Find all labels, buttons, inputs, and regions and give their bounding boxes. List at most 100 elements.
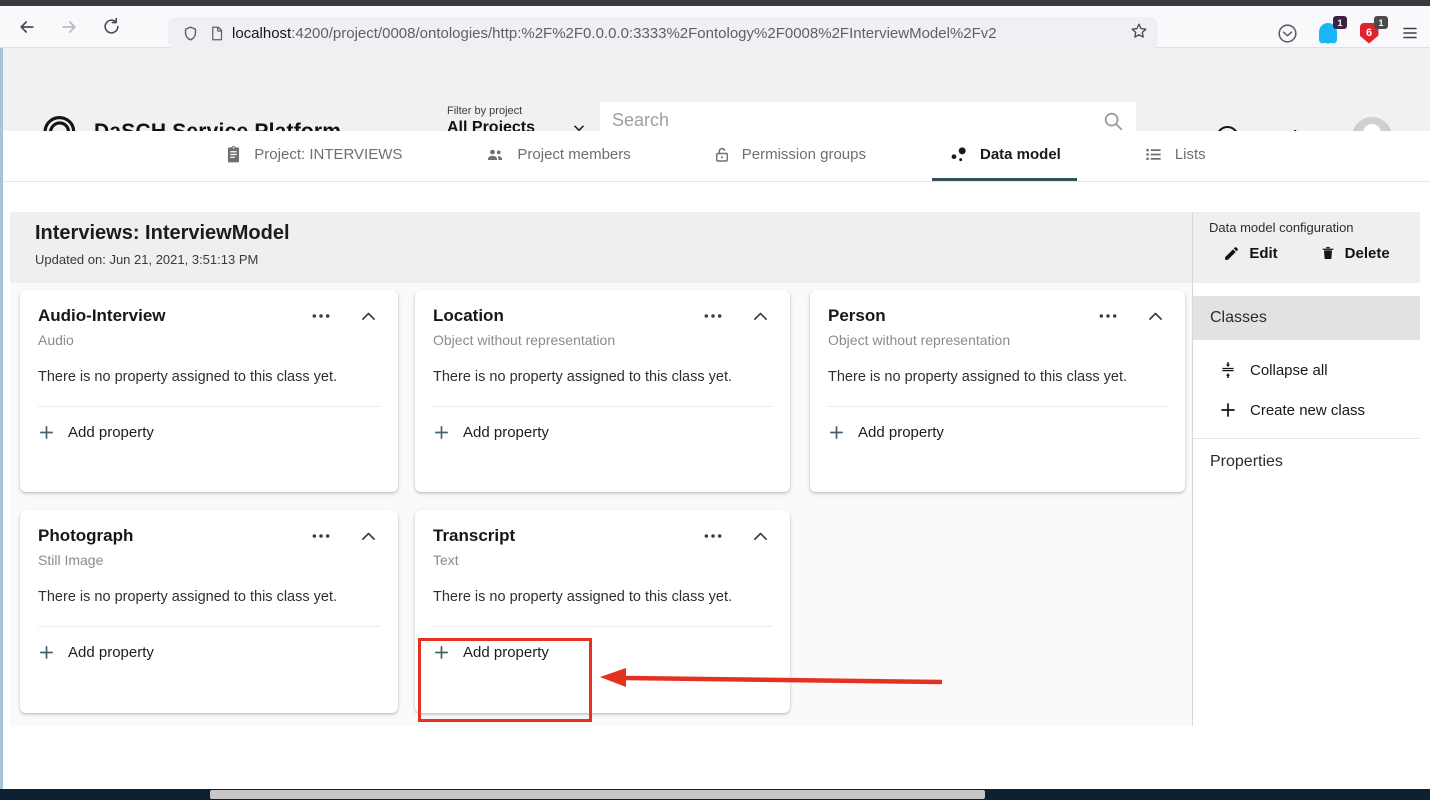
class-card-audio-interview: Audio-Interview Audio There is no proper… (20, 290, 398, 492)
forward-button[interactable] (54, 12, 84, 42)
tab-permission-groups[interactable]: Permission groups (697, 131, 882, 181)
bubble-chart-icon (948, 144, 969, 165)
classes-section-header: Classes (1193, 296, 1420, 340)
add-property-button[interactable]: Add property (38, 644, 380, 661)
tab-data-model[interactable]: Data model (932, 131, 1077, 181)
properties-section-header: Properties (1193, 439, 1420, 485)
classes-actions: Collapse all Create new class (1193, 340, 1420, 439)
plus-icon (828, 424, 845, 441)
data-model-configuration-panel: Data model configuration Edit Delete (1192, 212, 1420, 283)
url-path: :4200/project/0008/ontologies/http:%2F%2… (291, 25, 996, 42)
tab-project-members[interactable]: Project members (468, 131, 646, 181)
tab-label: Project members (517, 146, 630, 163)
add-property-button[interactable]: Add property (38, 424, 380, 441)
horizontal-scrollbar-thumb[interactable] (210, 790, 985, 799)
add-property-label: Add property (68, 644, 154, 661)
shield-chevron-icon (1277, 23, 1298, 44)
class-subtitle: Object without representation (828, 332, 1167, 349)
search-input[interactable] (612, 110, 1102, 131)
project-tab-bar: Project: INTERVIEWS Project members Perm… (0, 131, 1430, 182)
delete-label: Delete (1345, 245, 1390, 262)
more-menu-icon[interactable] (703, 313, 723, 319)
tab-project-interviews[interactable]: Project: INTERVIEWS (208, 131, 418, 181)
ontology-editor: Interviews: InterviewModel Updated on: J… (10, 212, 1420, 726)
plus-icon (433, 644, 450, 661)
shield-permissions-icon[interactable] (182, 25, 199, 42)
class-subtitle: Object without representation (433, 332, 772, 349)
filter-by-project-label: Filter by project (447, 105, 522, 117)
page-title: Interviews: InterviewModel (35, 222, 290, 245)
no-property-text: There is no property assigned to this cl… (38, 589, 380, 605)
url-text[interactable]: localhost:4200/project/0008/ontologies/h… (232, 25, 1124, 42)
browser-toolbar: localhost:4200/project/0008/ontologies/h… (0, 6, 1430, 48)
star-icon (1130, 22, 1148, 40)
back-button[interactable] (12, 12, 42, 42)
bookmark-star-button[interactable] (1130, 22, 1148, 45)
class-card-transcript: Transcript Text There is no property ass… (415, 510, 790, 713)
class-title: Audio-Interview (38, 306, 311, 326)
reload-icon (102, 17, 121, 36)
create-new-class-button[interactable]: Create new class (1193, 390, 1420, 430)
pencil-icon (1223, 245, 1240, 262)
more-menu-icon[interactable] (311, 533, 331, 539)
browser-menu-button[interactable] (1398, 21, 1422, 45)
adblock-badge: 1 (1374, 16, 1388, 29)
no-property-text: There is no property assigned to this cl… (828, 369, 1167, 385)
clipboard-icon (224, 145, 243, 164)
plus-icon (38, 644, 55, 661)
collapse-chevron-icon[interactable] (753, 531, 768, 541)
people-icon (484, 145, 506, 165)
add-property-button-transcript[interactable]: Add property (433, 644, 772, 661)
plus-icon (433, 424, 450, 441)
collapse-chevron-icon[interactable] (753, 311, 768, 321)
reload-button[interactable] (96, 12, 126, 42)
card-divider (828, 406, 1167, 407)
back-arrow-icon (17, 17, 37, 37)
page-info-icon[interactable] (209, 25, 224, 42)
window-left-edge (0, 48, 3, 790)
collapse-chevron-icon[interactable] (361, 311, 376, 321)
url-fade-overlay (1068, 25, 1124, 42)
more-menu-icon[interactable] (1098, 313, 1118, 319)
add-property-label: Add property (463, 424, 549, 441)
edit-data-model-button[interactable]: Edit (1223, 244, 1277, 262)
add-property-button[interactable]: Add property (828, 424, 1167, 441)
search-icon[interactable] (1102, 110, 1124, 132)
create-new-class-label: Create new class (1250, 402, 1365, 419)
adblock-extension-button[interactable]: 6 1 (1357, 21, 1381, 45)
ghostery-extension-button[interactable]: 1 (1316, 21, 1340, 45)
tab-lists[interactable]: Lists (1127, 131, 1222, 181)
url-bar[interactable]: localhost:4200/project/0008/ontologies/h… (168, 17, 1158, 49)
class-title: Location (433, 306, 703, 326)
class-card-location: Location Object without representation T… (415, 290, 790, 492)
class-title: Person (828, 306, 1098, 326)
open-padlock-icon (713, 145, 731, 165)
more-menu-icon[interactable] (311, 313, 331, 319)
class-subtitle: Audio (38, 332, 380, 349)
app-header: DaSCH Service Platform v4.10.1 Filter by… (0, 48, 1430, 131)
screenshot-root: localhost:4200/project/0008/ontologies/h… (0, 0, 1430, 800)
collapse-all-button[interactable]: Collapse all (1193, 350, 1420, 390)
add-property-label: Add property (463, 644, 549, 661)
list-icon (1143, 145, 1164, 164)
plus-icon (38, 424, 55, 441)
no-property-text: There is no property assigned to this cl… (38, 369, 380, 385)
hamburger-menu-icon (1401, 24, 1419, 42)
tab-label: Lists (1175, 146, 1206, 163)
pocket-shield-button[interactable] (1275, 21, 1299, 45)
plus-icon (1219, 401, 1237, 419)
forward-arrow-icon (59, 17, 79, 37)
data-model-configuration-label: Data model configuration (1209, 220, 1354, 235)
ontology-sidebar: Classes Collapse all Create new class Pr… (1192, 283, 1420, 726)
collapse-chevron-icon[interactable] (361, 531, 376, 541)
add-property-button[interactable]: Add property (433, 424, 772, 441)
card-divider (433, 626, 772, 627)
browser-extensions-area: 1 6 1 (1275, 15, 1422, 51)
class-title: Photograph (38, 526, 311, 546)
delete-data-model-button[interactable]: Delete (1320, 244, 1390, 262)
url-host: localhost (232, 25, 291, 42)
trash-icon (1320, 244, 1336, 262)
collapse-chevron-icon[interactable] (1148, 311, 1163, 321)
no-property-text: There is no property assigned to this cl… (433, 589, 772, 605)
more-menu-icon[interactable] (703, 533, 723, 539)
